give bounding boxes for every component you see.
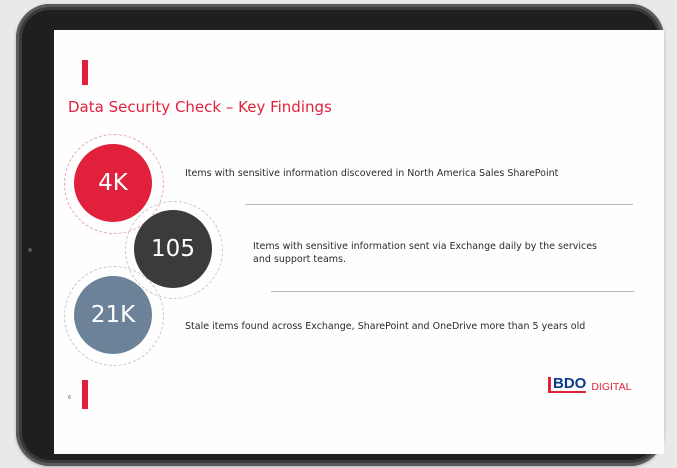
page-number: 6 bbox=[68, 395, 72, 401]
finding-text-2: Items with sensitive information sent vi… bbox=[253, 241, 598, 265]
bdo-digital-logo: BDO DIGITAL bbox=[548, 376, 632, 393]
stat-value-3: 21K bbox=[90, 302, 136, 328]
stat-circle-1: 4K bbox=[74, 144, 152, 222]
stat-value-2: 105 bbox=[151, 236, 195, 262]
stat-circle-2: 105 bbox=[134, 210, 212, 288]
top-accent-bar bbox=[82, 60, 88, 85]
slide-screen: Data Security Check – Key Findings 4K It… bbox=[54, 30, 664, 454]
finding-text-1: Items with sensitive information discove… bbox=[185, 168, 559, 179]
divider bbox=[271, 291, 634, 292]
slide-title: Data Security Check – Key Findings bbox=[68, 98, 332, 116]
camera-icon bbox=[28, 248, 32, 252]
logo-mark: BDO bbox=[548, 376, 587, 393]
divider bbox=[245, 204, 633, 205]
tablet-frame: Data Security Check – Key Findings 4K It… bbox=[16, 4, 664, 466]
finding-text-3: Stale items found across Exchange, Share… bbox=[185, 321, 586, 332]
logo-text: DIGITAL bbox=[591, 381, 632, 393]
bottom-accent-bar bbox=[82, 380, 88, 409]
stat-circle-3: 21K bbox=[74, 276, 152, 354]
stat-value-1: 4K bbox=[98, 170, 128, 196]
